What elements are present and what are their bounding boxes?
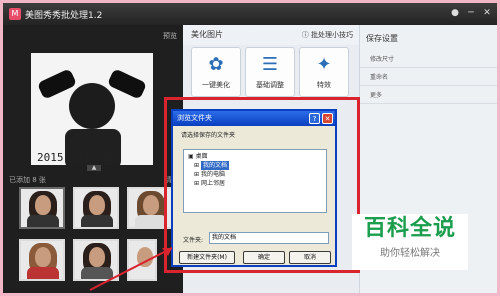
thumb-face bbox=[137, 247, 153, 267]
tree-item-label: 网上邻居 bbox=[200, 180, 225, 187]
watermark-subtitle: 助你轻松解决 bbox=[380, 248, 440, 259]
folder-label: 文件夹: bbox=[183, 237, 204, 244]
photo-date: 2015. 11. 26 bbox=[37, 151, 117, 164]
help-icon[interactable]: ? bbox=[309, 113, 320, 124]
thumb-face bbox=[89, 247, 105, 267]
sliders-icon: ☰ bbox=[261, 54, 279, 75]
tree-item-my-documents[interactable]: ⊞ 我的文档 bbox=[188, 161, 322, 170]
dialog-message: 请选择保存的文件夹 bbox=[181, 132, 236, 139]
tips-label: 批处理小技巧 bbox=[311, 31, 353, 39]
close-icon[interactable]: ✕ bbox=[322, 113, 333, 124]
watermark: 百科全说 助你轻松解决 bbox=[352, 214, 468, 270]
beautify-section-header: 美化图片 ⓘ 批处理小技巧 bbox=[183, 25, 359, 45]
added-count-label: 已添加 8 张 bbox=[9, 176, 46, 184]
thumb-body bbox=[81, 215, 113, 227]
thumb-body bbox=[27, 215, 59, 227]
tips-link[interactable]: ⓘ 批处理小技巧 bbox=[302, 25, 353, 45]
tree-item-desktop[interactable]: ▣ 桌面 bbox=[188, 152, 322, 161]
app-logo-icon: M bbox=[9, 8, 21, 20]
folder-tree[interactable]: ▣ 桌面 ⊞ 我的文档 ⊞ 我的电脑 ⊞ 网上邻居 bbox=[183, 149, 327, 213]
thumbnail[interactable] bbox=[19, 187, 65, 229]
thumb-face bbox=[35, 195, 51, 215]
tree-item-label: 桌面 bbox=[195, 153, 208, 160]
tool-label: 基础调整 bbox=[256, 81, 284, 89]
thumbnail-strip-header: 已添加 8 张 清空 bbox=[3, 173, 183, 187]
photo-figure-arm-right bbox=[106, 68, 148, 100]
thumb-body bbox=[81, 267, 113, 279]
cancel-button[interactable]: 取消 bbox=[289, 251, 331, 264]
ok-button[interactable]: 确定 bbox=[243, 251, 285, 264]
menu-icon[interactable]: ● bbox=[449, 7, 461, 19]
left-panel: 预览 2015. 11. 26 ▲ 已添加 8 张 清空 bbox=[3, 25, 183, 293]
dialog-title-bar: 浏览文件夹 ? ✕ bbox=[173, 111, 335, 126]
tool-label: 一键美化 bbox=[202, 81, 230, 89]
thumb-body bbox=[27, 267, 59, 279]
tool-label: 特效 bbox=[317, 81, 331, 89]
resize-option[interactable]: 修改尺寸 bbox=[360, 50, 497, 68]
title-bar: M 美图秀秀批处理1.2 ● ─ ✕ bbox=[3, 3, 497, 25]
main-photo: 2015. 11. 26 bbox=[31, 53, 153, 165]
folder-input[interactable]: 我的文档 bbox=[209, 232, 329, 244]
rename-option[interactable]: 重命名 bbox=[360, 68, 497, 86]
thumbnail[interactable] bbox=[73, 187, 119, 229]
new-folder-button[interactable]: 新建文件夹(M) bbox=[179, 251, 235, 264]
photo-figure-head bbox=[69, 83, 115, 129]
tulip-icon: ✿ bbox=[208, 54, 224, 75]
thumb-body bbox=[135, 215, 167, 227]
save-settings-title: 保存设置 bbox=[366, 34, 398, 43]
thumbnail[interactable] bbox=[127, 239, 157, 281]
tree-item-my-computer[interactable]: ⊞ 我的电脑 bbox=[188, 170, 322, 179]
effects-button[interactable]: ✦ 特效 bbox=[299, 47, 349, 97]
dialog-controls: ? ✕ bbox=[309, 113, 333, 124]
thumb-face bbox=[143, 195, 159, 215]
browse-folder-dialog: 浏览文件夹 ? ✕ 请选择保存的文件夹 ▣ 桌面 ⊞ 我的文档 ⊞ 我的电脑 ⊞… bbox=[171, 109, 337, 267]
tree-item-network[interactable]: ⊞ 网上邻居 bbox=[188, 179, 322, 188]
dialog-title: 浏览文件夹 bbox=[177, 114, 212, 122]
collapse-arrow-icon[interactable]: ▲ bbox=[87, 165, 101, 171]
thumbnail[interactable] bbox=[73, 239, 119, 281]
basic-adjust-button[interactable]: ☰ 基础调整 bbox=[245, 47, 295, 97]
more-option[interactable]: 更多 bbox=[360, 86, 497, 104]
preview-button[interactable]: 预览 bbox=[163, 31, 177, 41]
app-title: 美图秀秀批处理1.2 bbox=[25, 10, 103, 21]
close-icon[interactable]: ✕ bbox=[481, 7, 493, 19]
thumbnail[interactable] bbox=[19, 239, 65, 281]
tree-item-label: 我的电脑 bbox=[200, 171, 225, 178]
thumb-face bbox=[89, 195, 105, 215]
magic-wand-icon: ✦ bbox=[316, 54, 332, 75]
thumb-face bbox=[35, 247, 51, 267]
window-controls: ● ─ ✕ bbox=[449, 7, 493, 19]
one-click-beautify-button[interactable]: ✿ 一键美化 bbox=[191, 47, 241, 97]
watermark-title: 百科全说 bbox=[363, 216, 456, 241]
minimize-icon[interactable]: ─ bbox=[465, 7, 477, 19]
tree-item-label: 我的文档 bbox=[200, 161, 229, 170]
beautify-title: 美化图片 bbox=[191, 30, 223, 39]
